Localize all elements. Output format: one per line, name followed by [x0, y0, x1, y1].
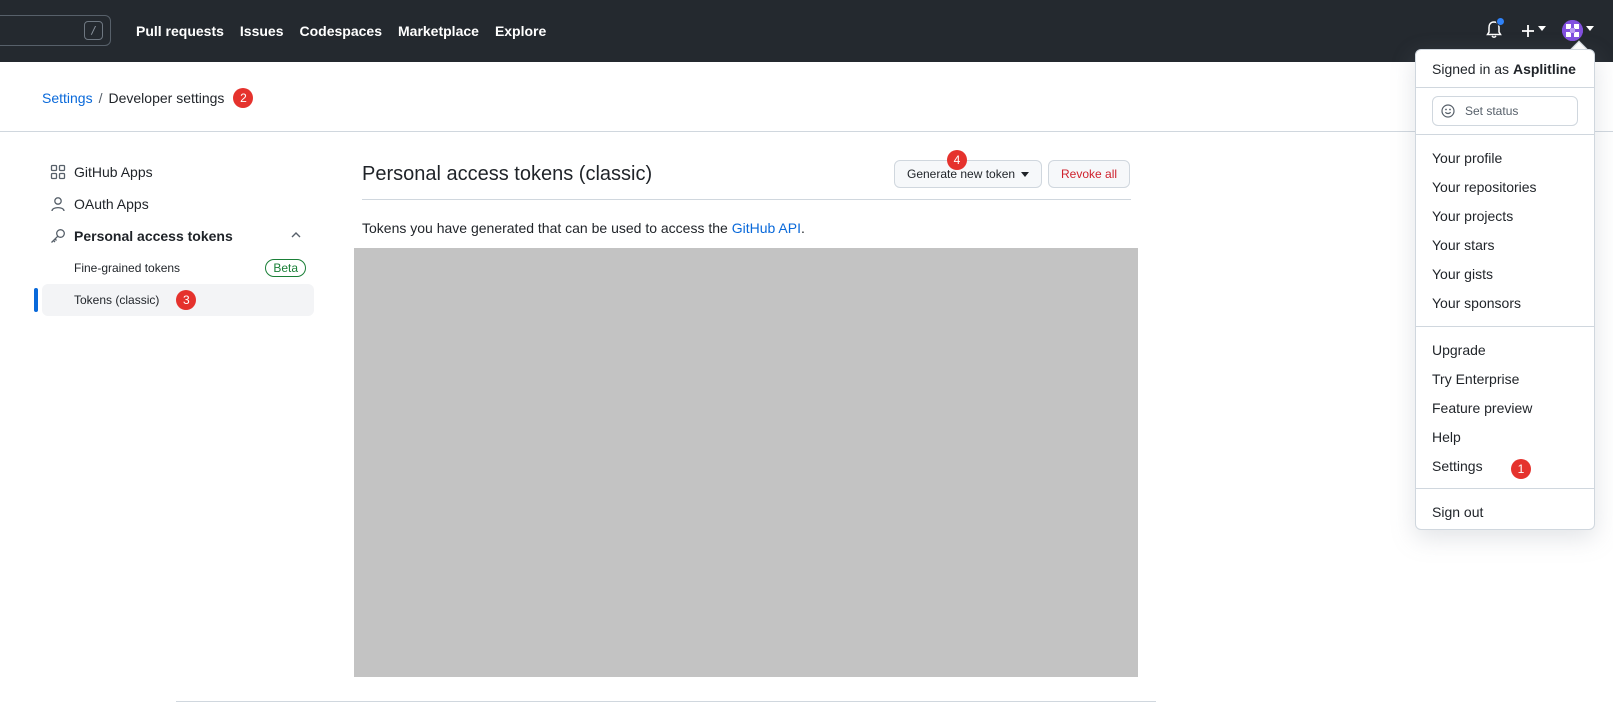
- smiley-icon: [1441, 104, 1455, 118]
- signed-in-prefix: Signed in as: [1432, 61, 1513, 77]
- menu-divider: [1416, 326, 1594, 327]
- key-icon: [51, 229, 65, 243]
- menu-try-enterprise[interactable]: Try Enterprise: [1432, 371, 1519, 387]
- set-status-label: Set status: [1465, 104, 1519, 118]
- menu-divider: [1416, 134, 1594, 135]
- sidebar-item-fine-grained-tokens[interactable]: Fine-grained tokens Beta: [34, 252, 314, 284]
- top-nav: Pull requests Issues Codespaces Marketpl…: [136, 22, 562, 40]
- token-list-redacted-area: [354, 248, 1138, 677]
- sidebar-item-personal-access-tokens[interactable]: Personal access tokens: [34, 220, 314, 252]
- step-badge-1: 1: [1511, 459, 1531, 479]
- nav-issues[interactable]: Issues: [240, 22, 284, 40]
- settings-sidebar: GitHub Apps OAuth Apps Personal access t…: [34, 156, 314, 316]
- title-divider: [362, 199, 1131, 200]
- person-icon: [51, 197, 65, 212]
- menu-settings[interactable]: Settings: [1432, 458, 1483, 474]
- sidebar-item-label: GitHub Apps: [74, 164, 153, 180]
- user-menu-dropdown: Signed in as Asplitline Set status Your …: [1415, 49, 1595, 530]
- footer-divider: [176, 701, 1156, 702]
- nav-pull-requests[interactable]: Pull requests: [136, 22, 224, 40]
- active-indicator: [34, 288, 38, 312]
- desc-period: .: [800, 220, 805, 236]
- breadcrumb-settings[interactable]: Settings: [42, 90, 93, 106]
- breadcrumb-developer-settings: Developer settings: [108, 90, 225, 106]
- avatar-caret-icon[interactable]: [1586, 26, 1594, 32]
- breadcrumb-separator: /: [98, 90, 103, 106]
- menu-your-sponsors[interactable]: Your sponsors: [1432, 295, 1521, 311]
- menu-your-stars[interactable]: Your stars: [1432, 237, 1495, 253]
- menu-upgrade[interactable]: Upgrade: [1432, 342, 1486, 358]
- menu-your-repositories[interactable]: Your repositories: [1432, 179, 1537, 195]
- step-badge-4: 4: [947, 150, 967, 170]
- set-status-button[interactable]: Set status: [1432, 96, 1578, 126]
- menu-sign-out[interactable]: Sign out: [1432, 504, 1483, 520]
- signed-in-as: Signed in as Asplitline: [1432, 61, 1576, 77]
- breadcrumb: Settings / Developer settings 2: [42, 88, 254, 108]
- page-title: Personal access tokens (classic): [362, 163, 653, 185]
- menu-your-gists[interactable]: Your gists: [1432, 266, 1493, 282]
- generate-new-token-button[interactable]: Generate new token: [894, 160, 1043, 188]
- menu-your-projects[interactable]: Your projects: [1432, 208, 1513, 224]
- step-badge-2: 2: [233, 88, 254, 108]
- revoke-all-button[interactable]: Revoke all: [1048, 160, 1131, 188]
- sidebar-item-oauth-apps[interactable]: OAuth Apps: [34, 188, 314, 220]
- nav-marketplace[interactable]: Marketplace: [398, 22, 479, 40]
- step-badge-3: 3: [176, 290, 197, 310]
- notification-indicator: [1496, 17, 1505, 26]
- github-api-link[interactable]: GitHub API: [732, 220, 801, 236]
- sidebar-item-label: Fine-grained tokens: [74, 261, 181, 275]
- beta-badge: Beta: [265, 259, 306, 277]
- sidebar-item-tokens-classic[interactable]: Tokens (classic) 3: [34, 284, 314, 316]
- plus-icon[interactable]: [1521, 24, 1535, 38]
- apps-grid-icon: [50, 164, 66, 180]
- menu-help[interactable]: Help: [1432, 429, 1461, 445]
- top-navbar: / Pull requests Issues Codespaces Market…: [0, 0, 1613, 62]
- avatar[interactable]: [1562, 20, 1583, 41]
- sidebar-item-label: Personal access tokens: [74, 228, 233, 244]
- nav-codespaces[interactable]: Codespaces: [300, 22, 382, 40]
- sidebar-item-label: Tokens (classic): [74, 293, 160, 307]
- username: Asplitline: [1512, 61, 1576, 77]
- menu-your-profile[interactable]: Your profile: [1432, 150, 1502, 166]
- desc-text: Tokens you have generated that can be us…: [362, 220, 732, 236]
- plus-caret-icon[interactable]: [1538, 26, 1546, 32]
- menu-feature-preview[interactable]: Feature preview: [1432, 400, 1532, 416]
- tokens-description: Tokens you have generated that can be us…: [362, 220, 805, 236]
- header-divider: [0, 131, 1613, 132]
- menu-divider: [1416, 488, 1594, 489]
- nav-explore[interactable]: Explore: [495, 22, 546, 40]
- menu-divider: [1416, 87, 1594, 88]
- avatar-pattern-icon: [1562, 20, 1583, 41]
- caret-down-icon: [1021, 171, 1030, 177]
- chevron-up-icon[interactable]: [290, 229, 302, 241]
- sidebar-item-github-apps[interactable]: GitHub Apps: [34, 156, 314, 188]
- search-shortcut-key: /: [84, 21, 103, 40]
- sidebar-item-label: OAuth Apps: [74, 196, 149, 212]
